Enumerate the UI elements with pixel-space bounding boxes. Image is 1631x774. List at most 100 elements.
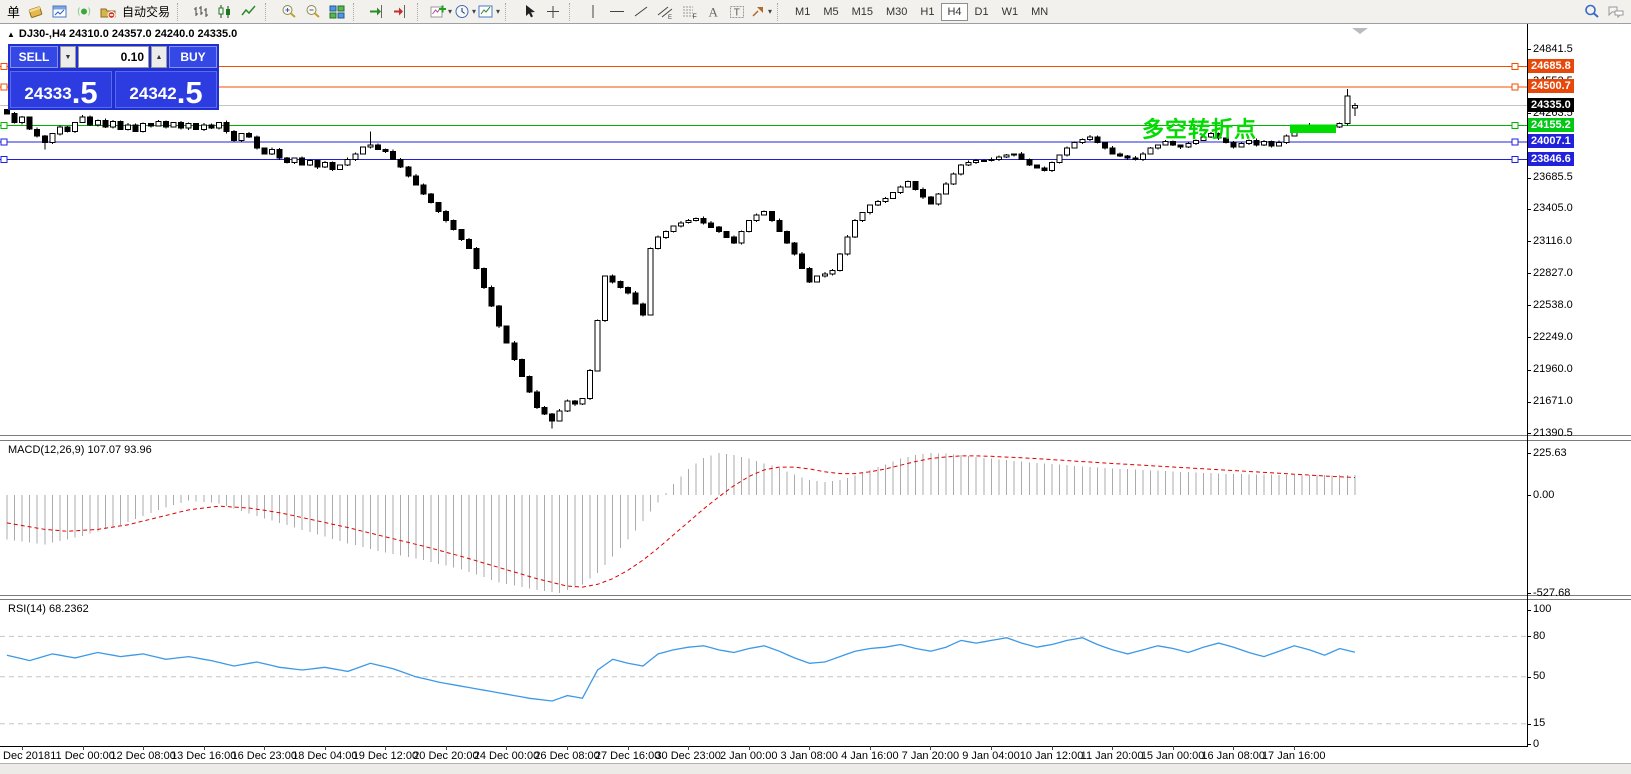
rsi-pane-canvas[interactable] [0, 600, 1527, 746]
periods-button[interactable]: ▾ [453, 2, 476, 22]
buy-price-display[interactable]: 24342.5 [115, 71, 217, 108]
zoom-out-button[interactable] [301, 2, 324, 22]
timeframe-m15-button[interactable]: M15 [846, 3, 879, 21]
cursor-button[interactable] [517, 2, 540, 22]
timeframe-h4-button[interactable]: H4 [941, 3, 967, 21]
dropdown-arrow-icon[interactable]: ▾ [496, 7, 500, 16]
candle-body [944, 184, 949, 194]
line-anchor-handle[interactable] [1, 63, 7, 69]
axis-tick [1527, 49, 1531, 50]
timeframe-m5-button[interactable]: M5 [817, 3, 844, 21]
buy-price-pips: .5 [177, 80, 203, 105]
candle-body [73, 123, 78, 132]
candle-body [716, 227, 721, 232]
line-anchor-handle[interactable] [1, 84, 7, 90]
line-chart-button[interactable] [237, 2, 260, 22]
timeframe-m1-button[interactable]: M1 [789, 3, 816, 21]
candle-body [535, 392, 540, 408]
line-anchor-handle[interactable] [1, 122, 7, 128]
timeframe-w1-button[interactable]: W1 [996, 3, 1025, 21]
candle-body [807, 268, 812, 281]
gold-book-button[interactable] [24, 2, 47, 22]
candle-body [557, 411, 562, 421]
dropdown-arrow-icon[interactable]: ▾ [472, 7, 476, 16]
chart-shift-marker-icon[interactable] [1352, 28, 1368, 34]
collapse-panel-icon[interactable]: ▲ [7, 30, 15, 39]
vertical-line-button[interactable] [581, 2, 604, 22]
line-anchor-handle[interactable] [1512, 84, 1518, 90]
bar-chart-button[interactable] [189, 2, 212, 22]
templates-button[interactable]: ▾ [477, 2, 500, 22]
highlight-zone-rect[interactable] [1290, 124, 1336, 133]
time-axis-tick-label: 3 Jan 08:00 [781, 750, 839, 762]
chart-window-button[interactable] [48, 2, 71, 22]
candle-body [1277, 143, 1282, 146]
candle-body [368, 145, 373, 147]
candle-body [406, 167, 411, 176]
volume-decrease-button[interactable]: ▼ [60, 46, 76, 68]
candle-body [1269, 142, 1274, 147]
timeframe-d1-button[interactable]: D1 [969, 3, 995, 21]
candlestick-chart-button[interactable] [213, 2, 236, 22]
auto-scroll-button[interactable] [365, 2, 388, 22]
autotrading-label[interactable]: 自动交易 [120, 3, 172, 20]
candle-body [345, 159, 350, 165]
price-axis-tick-label: 22249.0 [1533, 331, 1573, 343]
candle-body [1072, 143, 1077, 149]
buy-button[interactable]: BUY [169, 46, 217, 68]
line-anchor-handle[interactable] [1512, 139, 1518, 145]
trendline-button[interactable] [629, 2, 652, 22]
line-anchor-handle[interactable] [1512, 157, 1518, 163]
candle-body [497, 306, 502, 326]
macd-axis-tick-label: -527.68 [1533, 587, 1570, 599]
line-anchor-handle[interactable] [1, 139, 7, 145]
crosshair-button[interactable] [541, 2, 564, 22]
price-chart-canvas[interactable]: 多空转折点 [0, 24, 1527, 435]
zoom-in-button[interactable] [277, 2, 300, 22]
timeframe-h1-button[interactable]: H1 [914, 3, 940, 21]
candle-body [338, 165, 343, 170]
chart-shift-button[interactable] [389, 2, 412, 22]
axis-tick [1527, 241, 1531, 242]
price-axis-border [1527, 24, 1528, 746]
horizontal-line-button[interactable] [605, 2, 628, 22]
autotrading-button[interactable] [96, 2, 119, 22]
candle-body [118, 122, 123, 130]
candle-body [1140, 154, 1145, 160]
price-axis-tick-label: 22827.0 [1533, 267, 1573, 279]
fibonacci-button[interactable]: F [677, 2, 700, 22]
indicators-button[interactable]: ▾ [429, 2, 452, 22]
candle-body [1284, 136, 1289, 143]
volume-increase-button[interactable]: ▲ [151, 46, 167, 68]
candle-body [1095, 137, 1100, 143]
toolbar-separator [353, 3, 360, 21]
text-label-icon: T [728, 3, 746, 20]
macd-pane-canvas[interactable] [0, 441, 1527, 595]
sell-price-display[interactable]: 24333.5 [10, 71, 112, 108]
search-button[interactable] [1580, 2, 1603, 22]
sell-button[interactable]: SELL [10, 46, 58, 68]
line-anchor-handle[interactable] [1512, 122, 1518, 128]
candle-body [860, 213, 865, 221]
dropdown-arrow-icon[interactable]: ▾ [448, 7, 452, 16]
chat-button[interactable] [1604, 2, 1627, 22]
volume-input[interactable] [78, 46, 149, 68]
signal-button[interactable] [72, 2, 95, 22]
new-order-label[interactable]: 单 [4, 2, 23, 21]
equidistant-channel-button[interactable]: E [653, 2, 676, 22]
time-axis-tick-label: 11 Dec 00:00 [50, 750, 115, 762]
axis-tick [1527, 402, 1531, 403]
text-label-button[interactable]: T [725, 2, 748, 22]
text-button[interactable]: A [701, 2, 724, 22]
dropdown-arrow-icon[interactable]: ▾ [768, 7, 772, 16]
timeframe-m30-button[interactable]: M30 [880, 3, 913, 21]
chart-annotation-text[interactable]: 多空转折点 [1142, 117, 1257, 142]
level-price-badge: 24500.7 [1528, 79, 1574, 93]
timeframe-mn-button[interactable]: MN [1025, 3, 1054, 21]
arrows-button[interactable]: ▾ [749, 2, 772, 22]
tile-windows-button[interactable] [325, 2, 348, 22]
autotrading-icon [99, 3, 117, 20]
line-anchor-handle[interactable] [1, 157, 7, 163]
candle-body [1019, 154, 1024, 160]
line-anchor-handle[interactable] [1512, 63, 1518, 69]
